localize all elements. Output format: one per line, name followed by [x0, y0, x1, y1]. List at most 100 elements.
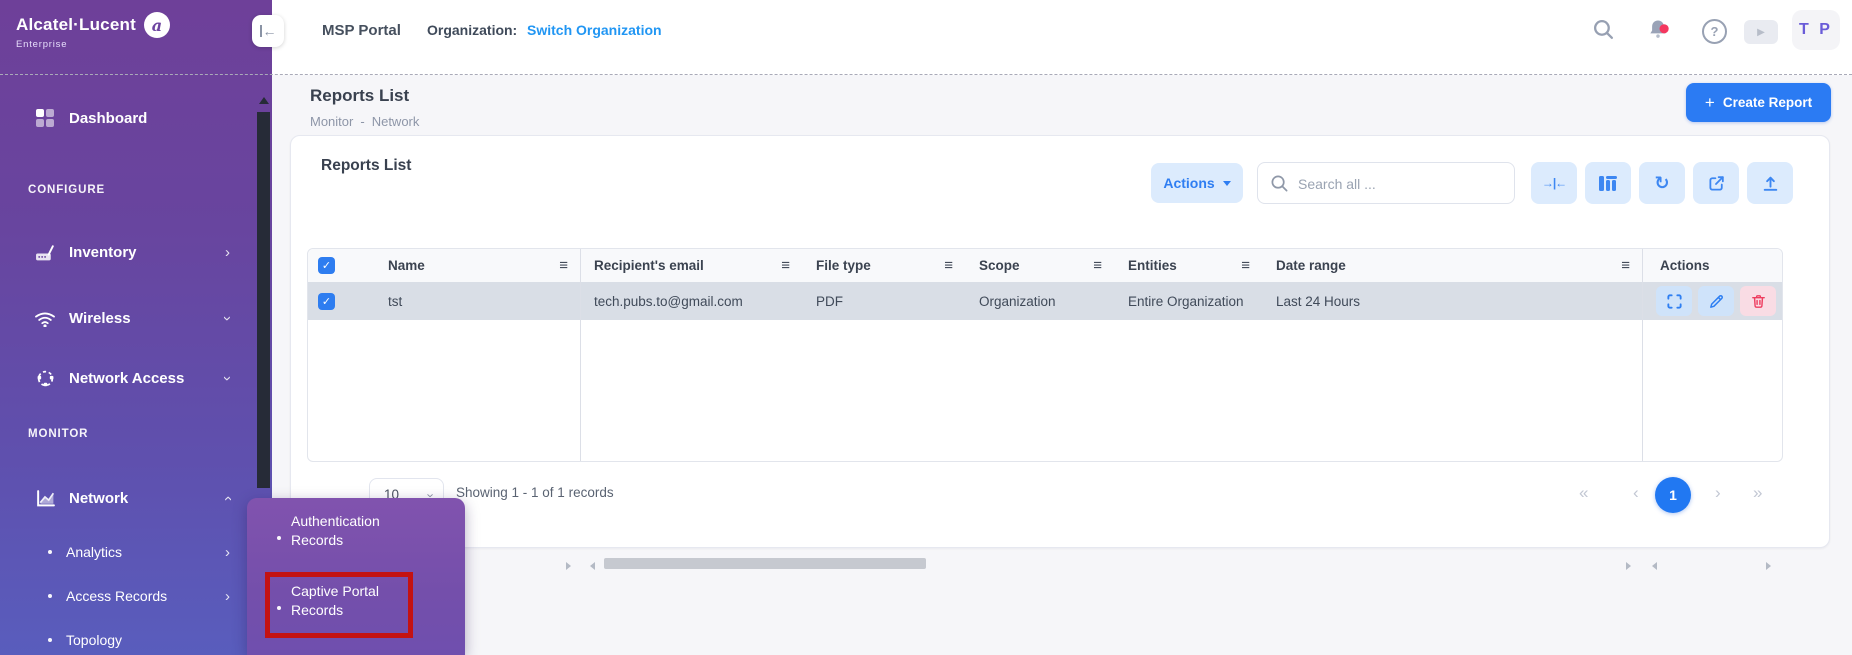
column-menu-icon[interactable]: ≡ — [559, 258, 568, 273]
actions-dropdown-button[interactable]: Actions — [1151, 163, 1243, 203]
report-row[interactable]: ✓ tst tech.pubs.to@gmail.com PDF Organiz… — [308, 282, 1782, 320]
organization-label: Organization: — [427, 22, 517, 38]
scroll-right-arrow[interactable] — [566, 562, 571, 570]
collapse-columns-icon[interactable]: →|← — [1531, 162, 1577, 204]
cell-name: tst — [342, 282, 580, 320]
wifi-icon — [34, 310, 56, 327]
row-checkbox[interactable]: ✓ — [318, 293, 335, 310]
sidebar-item-inventory[interactable]: Inventory › — [0, 232, 272, 272]
columns-icon[interactable] — [1585, 162, 1631, 204]
column-header-actions: Actions — [1642, 249, 1782, 282]
preview-report-button[interactable] — [1656, 286, 1692, 316]
sidebar-item-access-records[interactable]: Access Records › — [0, 576, 272, 616]
sidebar-item-dashboard[interactable]: Dashboard — [0, 98, 272, 138]
flyout-item-authentication-records[interactable]: Authentication Records — [291, 512, 425, 550]
table-header-row: ✓ Name≡ Recipient's email≡ File type≡ Sc… — [308, 249, 1782, 283]
breadcrumb-parent[interactable]: Monitor — [310, 114, 353, 129]
video-tutorial-icon[interactable]: ▶ — [1744, 20, 1778, 44]
sidebar-item-analytics[interactable]: Analytics › — [0, 532, 272, 572]
collapse-arrow-icon: ← — [260, 24, 277, 38]
header-divider — [0, 74, 1852, 75]
column-header-entities[interactable]: Entities≡ — [1114, 249, 1262, 282]
create-report-button[interactable]: + Create Report — [1686, 83, 1831, 122]
bullet-icon — [48, 550, 52, 554]
breadcrumb: Monitor - Network — [310, 114, 419, 129]
user-avatar[interactable]: T P — [1792, 10, 1840, 50]
network-submenu-flyout: Authentication Records Captive Portal Re… — [247, 498, 465, 655]
scroll-right-arrow[interactable] — [1766, 562, 1771, 570]
refresh-icon[interactable]: ↻ — [1639, 162, 1685, 204]
chevron-right-icon: › — [225, 245, 230, 260]
sidebar-item-topology[interactable]: Topology — [0, 620, 272, 655]
sidebar-scroll-up-arrow[interactable] — [259, 97, 269, 104]
export-icon[interactable] — [1693, 162, 1739, 204]
cell-entities: Entire Organization — [1114, 282, 1262, 320]
horizontal-scrollbar-thumb[interactable] — [604, 558, 926, 569]
select-all-checkbox[interactable]: ✓ — [318, 257, 335, 274]
column-menu-icon[interactable]: ≡ — [1621, 258, 1630, 273]
column-menu-icon[interactable]: ≡ — [1093, 258, 1102, 273]
last-page-button[interactable]: » — [1753, 484, 1762, 501]
chart-icon — [34, 489, 56, 508]
cell-date-range: Last 24 Hours — [1262, 282, 1642, 320]
page-title: Reports List — [310, 86, 409, 106]
search-icon — [1270, 174, 1289, 198]
notifications-bell-icon[interactable] — [1646, 17, 1670, 41]
column-menu-icon[interactable]: ≡ — [1241, 258, 1250, 273]
top-bar: MSP Portal Organization: Switch Organiza… — [272, 0, 1852, 75]
row-select-cell: ✓ — [308, 282, 342, 320]
portal-title: MSP Portal — [322, 22, 401, 39]
help-icon[interactable]: ? — [1702, 19, 1727, 44]
network-access-icon — [34, 369, 56, 388]
sidebar-section-configure: CONFIGURE — [28, 184, 105, 196]
column-header-file-type[interactable]: File type≡ — [802, 249, 965, 282]
delete-report-button[interactable] — [1740, 286, 1776, 316]
chevron-up-icon: › — [220, 496, 235, 501]
sidebar-collapse-button[interactable]: ← — [252, 15, 284, 47]
sidebar-item-wireless[interactable]: Wireless › — [0, 298, 272, 338]
sidebar: Alcatel·Lucent a Enterprise Dashboard CO… — [0, 0, 272, 655]
scroll-right-arrow[interactable] — [1626, 562, 1631, 570]
breadcrumb-separator: - — [360, 114, 364, 129]
scroll-left-arrow[interactable] — [590, 562, 595, 570]
column-header-name[interactable]: Name≡ — [342, 249, 580, 282]
cell-scope: Organization — [965, 282, 1114, 320]
edit-report-button[interactable] — [1698, 286, 1734, 316]
upload-icon[interactable] — [1747, 162, 1793, 204]
sidebar-item-label: Network — [69, 490, 128, 507]
column-header-scope[interactable]: Scope≡ — [965, 249, 1114, 282]
sidebar-item-label: Inventory — [69, 244, 137, 261]
plus-icon: + — [1705, 93, 1715, 113]
column-menu-icon[interactable]: ≡ — [944, 258, 953, 273]
table-toolbar: →|← ↻ — [1531, 162, 1793, 204]
sidebar-item-network-access[interactable]: Network Access › — [0, 358, 272, 398]
global-search-icon[interactable] — [1592, 18, 1615, 41]
app-root: MSP Portal Organization: Switch Organiza… — [0, 0, 1852, 655]
chevron-down-icon: › — [220, 316, 235, 321]
sidebar-scrollbar[interactable] — [257, 112, 270, 488]
sidebar-item-network[interactable]: Network › — [0, 478, 272, 518]
scroll-left-arrow[interactable] — [1652, 562, 1657, 570]
reports-list-card: Reports List Actions →|← ↻ — [290, 135, 1830, 548]
first-page-button[interactable]: « — [1579, 484, 1588, 501]
sidebar-section-monitor: MONITOR — [28, 428, 88, 440]
sidebar-item-label: Network Access — [69, 370, 184, 387]
create-report-label: Create Report — [1723, 95, 1812, 110]
column-menu-icon[interactable]: ≡ — [781, 258, 790, 273]
switch-organization-link[interactable]: Switch Organization — [527, 22, 662, 38]
next-page-button[interactable]: › — [1715, 484, 1721, 501]
sidebar-item-label: Analytics — [66, 544, 122, 560]
inventory-icon — [34, 244, 56, 261]
search-input[interactable] — [1296, 164, 1510, 204]
column-header-date-range[interactable]: Date range≡ — [1262, 249, 1642, 282]
current-page-button[interactable]: 1 — [1655, 477, 1691, 513]
ale-logo-icon: a — [144, 12, 170, 38]
bullet-icon — [48, 638, 52, 642]
sidebar-item-label: Access Records — [66, 588, 167, 604]
previous-page-button[interactable]: ‹ — [1633, 484, 1639, 501]
cell-email: tech.pubs.to@gmail.com — [580, 282, 802, 320]
pagination-summary: Showing 1 - 1 of 1 records — [456, 485, 614, 500]
cell-file-type: PDF — [802, 282, 965, 320]
column-header-email[interactable]: Recipient's email≡ — [580, 249, 802, 282]
breadcrumb-current: Network — [372, 114, 420, 129]
